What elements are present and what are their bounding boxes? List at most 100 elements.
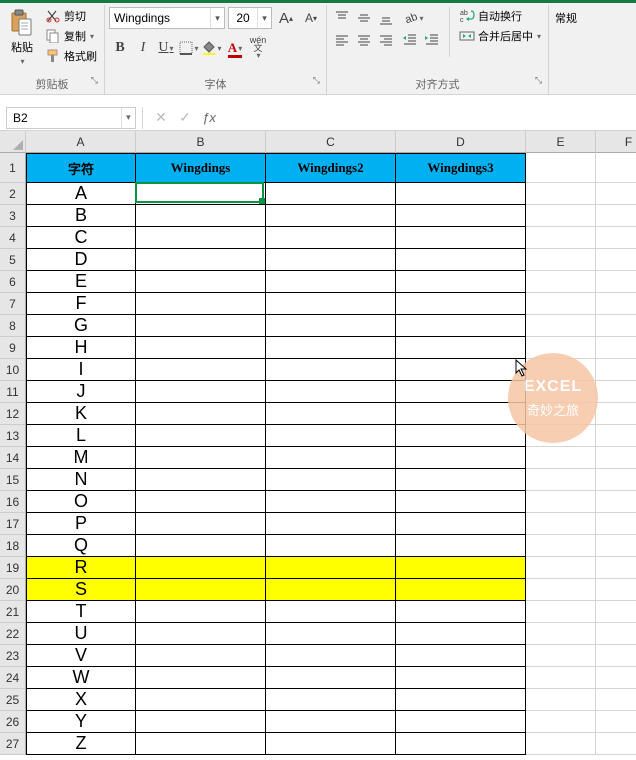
cell[interactable] — [396, 601, 526, 623]
paste-button[interactable]: 粘贴 ▾ — [4, 7, 40, 68]
cell[interactable] — [136, 469, 266, 491]
cell[interactable] — [136, 271, 266, 293]
italic-button[interactable]: I — [132, 37, 154, 59]
cell[interactable] — [266, 469, 396, 491]
cell[interactable] — [596, 271, 636, 293]
cell[interactable] — [266, 337, 396, 359]
select-all-corner[interactable] — [0, 131, 26, 153]
cell[interactable]: S — [26, 579, 136, 601]
cell[interactable] — [266, 645, 396, 667]
cell[interactable] — [396, 579, 526, 601]
font-name-combo[interactable]: ▾ — [109, 7, 225, 29]
chevron-down-icon[interactable]: ▾ — [210, 8, 224, 28]
cell[interactable]: I — [26, 359, 136, 381]
cell[interactable] — [596, 667, 636, 689]
cell[interactable]: H — [26, 337, 136, 359]
cell[interactable]: M — [26, 447, 136, 469]
cell[interactable] — [396, 557, 526, 579]
cell[interactable] — [136, 425, 266, 447]
cell[interactable] — [266, 183, 396, 205]
row-header[interactable]: 5 — [0, 249, 26, 271]
cell[interactable]: N — [26, 469, 136, 491]
cell[interactable] — [526, 711, 596, 733]
cell[interactable] — [266, 447, 396, 469]
row-header[interactable]: 8 — [0, 315, 26, 337]
cell[interactable] — [396, 227, 526, 249]
cell[interactable]: F — [26, 293, 136, 315]
cell[interactable] — [396, 359, 526, 381]
cell[interactable] — [266, 491, 396, 513]
cell[interactable]: Wingdings2 — [266, 153, 396, 183]
underline-button[interactable]: U▾ — [155, 37, 177, 59]
wrap-text-button[interactable]: abc 自动换行 — [456, 7, 544, 25]
orientation-button[interactable]: ab▾ — [399, 7, 427, 29]
cell[interactable] — [136, 623, 266, 645]
column-header[interactable]: E — [526, 131, 596, 153]
cancel-button[interactable]: ✕ — [149, 109, 173, 126]
row-header[interactable]: 22 — [0, 623, 26, 645]
cell[interactable] — [396, 381, 526, 403]
cell[interactable] — [266, 381, 396, 403]
cell[interactable] — [136, 711, 266, 733]
cell[interactable] — [136, 249, 266, 271]
cell[interactable]: R — [26, 557, 136, 579]
cell[interactable] — [526, 205, 596, 227]
cell[interactable] — [136, 491, 266, 513]
cell[interactable]: Wingdings3 — [396, 153, 526, 183]
cell[interactable] — [596, 249, 636, 271]
align-right-button[interactable] — [375, 29, 397, 51]
cell[interactable] — [526, 447, 596, 469]
cell[interactable] — [136, 183, 266, 205]
cell[interactable]: X — [26, 689, 136, 711]
number-format-label[interactable]: 常规 — [553, 7, 579, 29]
cell[interactable] — [596, 359, 636, 381]
font-size-combo[interactable]: ▾ — [228, 7, 272, 29]
cell[interactable] — [396, 513, 526, 535]
cell[interactable]: G — [26, 315, 136, 337]
cell[interactable] — [596, 689, 636, 711]
cell[interactable] — [266, 711, 396, 733]
cell[interactable] — [136, 403, 266, 425]
row-header[interactable]: 23 — [0, 645, 26, 667]
row-header[interactable]: 2 — [0, 183, 26, 205]
dialog-launcher-icon[interactable]: ⤡ — [91, 75, 98, 86]
cell[interactable] — [266, 667, 396, 689]
cell[interactable] — [526, 579, 596, 601]
cell[interactable]: B — [26, 205, 136, 227]
align-middle-button[interactable] — [353, 7, 375, 29]
name-box[interactable]: ▾ — [6, 107, 136, 129]
cell[interactable] — [266, 425, 396, 447]
formula-input[interactable] — [221, 107, 636, 129]
spreadsheet-grid[interactable]: 1234567891011121314151617181920212223242… — [0, 131, 636, 755]
row-header[interactable]: 21 — [0, 601, 26, 623]
row-header[interactable]: 4 — [0, 227, 26, 249]
decrease-font-button[interactable]: A▾ — [300, 7, 322, 29]
column-header[interactable]: D — [396, 131, 526, 153]
row-header[interactable]: 20 — [0, 579, 26, 601]
cell[interactable] — [526, 689, 596, 711]
cell[interactable] — [266, 535, 396, 557]
cell[interactable] — [136, 601, 266, 623]
cell[interactable] — [396, 623, 526, 645]
cell[interactable] — [396, 711, 526, 733]
insert-function-button[interactable]: ƒx — [197, 110, 221, 125]
cell[interactable] — [136, 205, 266, 227]
cell[interactable]: U — [26, 623, 136, 645]
cell[interactable]: D — [26, 249, 136, 271]
enter-button[interactable]: ✓ — [173, 109, 197, 126]
font-size-input[interactable] — [229, 11, 257, 25]
cell[interactable] — [136, 733, 266, 755]
cell[interactable] — [596, 293, 636, 315]
border-button[interactable]: ▾ — [178, 37, 200, 59]
cell[interactable] — [526, 469, 596, 491]
cell[interactable]: A — [26, 183, 136, 205]
cell[interactable] — [396, 447, 526, 469]
cell[interactable] — [266, 249, 396, 271]
cell[interactable] — [396, 403, 526, 425]
cell[interactable] — [596, 469, 636, 491]
increase-indent-button[interactable] — [421, 29, 443, 51]
cell[interactable] — [596, 513, 636, 535]
cell[interactable]: K — [26, 403, 136, 425]
cell[interactable] — [266, 403, 396, 425]
font-name-input[interactable] — [110, 11, 210, 25]
